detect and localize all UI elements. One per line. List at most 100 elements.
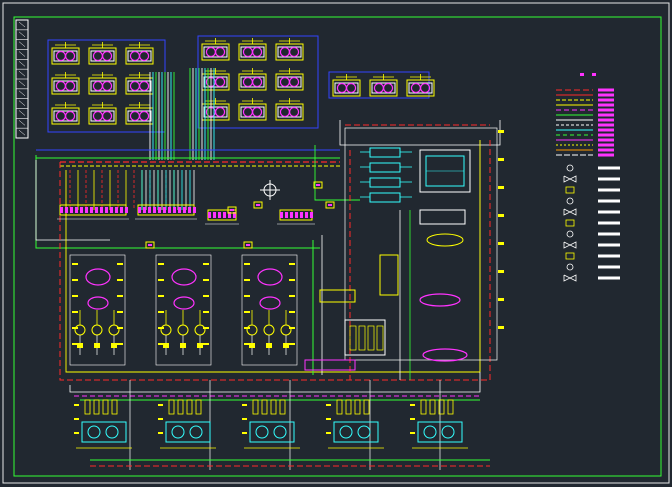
manifold-valve	[148, 207, 151, 213]
manifold-valve	[85, 207, 88, 213]
annotation-tick	[498, 130, 504, 133]
annotation-tick	[289, 295, 295, 297]
valve-core	[230, 209, 234, 211]
annotation-tick	[498, 186, 504, 189]
legend-symbol-label-mark	[598, 199, 620, 203]
legend-line-label-mark	[598, 118, 614, 122]
manifold-valve	[70, 207, 73, 213]
manifold-valve	[280, 212, 283, 218]
manifold-valve	[80, 207, 83, 213]
annotation-tick	[244, 295, 250, 297]
annotation-tick	[244, 327, 250, 329]
manifold-valve	[120, 207, 123, 213]
drawing-background	[0, 0, 672, 487]
annotation-tick	[203, 279, 209, 281]
annotation-tick	[117, 279, 123, 281]
pump-valve	[111, 343, 117, 348]
manifold-valve	[178, 207, 181, 213]
legend-line-label-mark	[598, 108, 614, 112]
annotation-tick	[203, 311, 209, 313]
annotation-tick	[242, 404, 247, 406]
legend-symbol-label-mark	[598, 254, 620, 258]
manifold-valve	[305, 212, 308, 218]
valve-core	[148, 244, 152, 246]
annotation-tick	[74, 418, 79, 420]
annotation-tick	[117, 263, 123, 265]
annotation-tick	[242, 418, 247, 420]
annotation-tick	[158, 295, 164, 297]
manifold-valve	[65, 207, 68, 213]
manifold-valve	[193, 207, 196, 213]
legend-line-label-mark	[598, 133, 614, 137]
annotation-tick	[326, 432, 331, 434]
manifold-valve	[115, 207, 118, 213]
annotation-tick	[498, 298, 504, 301]
valve-core	[246, 244, 250, 246]
manifold-valve	[90, 207, 93, 213]
annotation-tick	[72, 311, 78, 313]
annotation-tick	[289, 327, 295, 329]
legend-line-label-mark	[598, 153, 614, 157]
annotation-tick	[203, 295, 209, 297]
annotation-tick	[72, 263, 78, 265]
manifold-valve	[125, 207, 128, 213]
manifold-valve	[213, 212, 216, 218]
annotation-tick	[498, 270, 504, 273]
manifold-valve	[163, 207, 166, 213]
annotation-tick	[289, 263, 295, 265]
manifold-valve	[168, 207, 171, 213]
manifold-valve	[105, 207, 108, 213]
annotation-tick	[117, 295, 123, 297]
legend-title-mark	[592, 73, 596, 76]
manifold-valve	[143, 207, 146, 213]
manifold-valve	[183, 207, 186, 213]
annotation-tick	[410, 404, 415, 406]
legend-line-label-mark	[598, 103, 614, 107]
annotation-tick	[203, 327, 209, 329]
annotation-tick	[289, 311, 295, 313]
annotation-tick	[410, 418, 415, 420]
annotation-tick	[158, 327, 164, 329]
annotation-tick	[244, 343, 250, 345]
annotation-tick	[203, 343, 209, 345]
annotation-tick	[72, 343, 78, 345]
manifold-valve	[95, 207, 98, 213]
pump-valve	[94, 343, 100, 348]
manifold-valve	[110, 207, 113, 213]
legend-symbol-label-mark	[598, 276, 620, 280]
legend-title-mark	[580, 73, 584, 76]
pump-valve	[283, 343, 289, 348]
pump-valve	[197, 343, 203, 348]
annotation-tick	[117, 327, 123, 329]
legend-symbol-label-mark	[598, 210, 620, 214]
manifold-valve	[290, 212, 293, 218]
annotation-tick	[117, 343, 123, 345]
manifold-valve	[60, 207, 63, 213]
annotation-tick	[158, 279, 164, 281]
legend-line-label-mark	[598, 88, 614, 92]
annotation-tick	[72, 295, 78, 297]
annotation-tick	[74, 404, 79, 406]
manifold-valve	[310, 212, 313, 218]
annotation-tick	[158, 263, 164, 265]
manifold-valve	[218, 212, 221, 218]
legend-symbol-label-mark	[598, 166, 620, 170]
manifold-valve	[300, 212, 303, 218]
annotation-tick	[158, 418, 163, 420]
manifold-valve	[173, 207, 176, 213]
legend-line-label-mark	[598, 138, 614, 142]
legend-symbol-label-mark	[598, 243, 620, 247]
valve-core	[316, 184, 320, 186]
legend-line-label-mark	[598, 123, 614, 127]
annotation-tick	[326, 418, 331, 420]
legend-symbol-label-mark	[598, 232, 620, 236]
legend-symbol-label-mark	[598, 265, 620, 269]
legend-symbol-label-mark	[598, 221, 620, 225]
pump-valve	[180, 343, 186, 348]
manifold-valve	[158, 207, 161, 213]
manifold-valve	[100, 207, 103, 213]
manifold-valve	[188, 207, 191, 213]
annotation-tick	[72, 327, 78, 329]
legend-line-label-mark	[598, 143, 614, 147]
annotation-tick	[242, 432, 247, 434]
